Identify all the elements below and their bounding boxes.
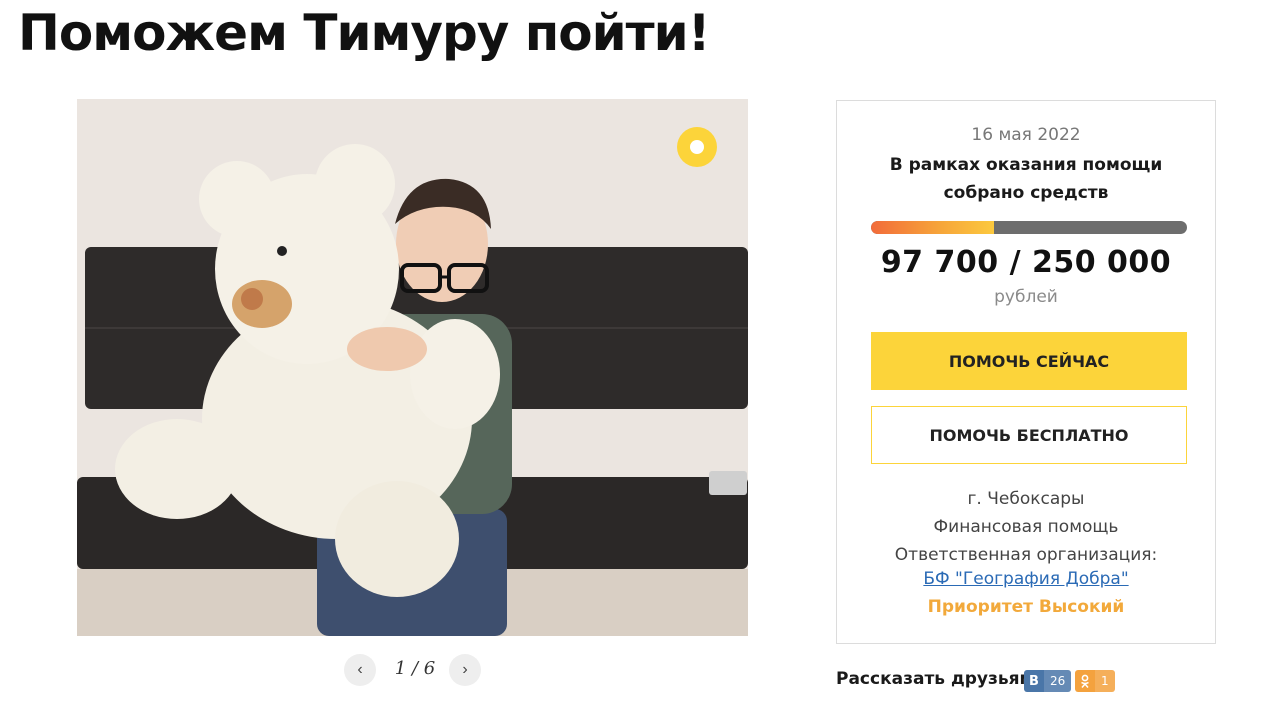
organization-label: Ответственная организация: bbox=[894, 545, 1158, 565]
gallery-next-button[interactable]: › bbox=[449, 654, 481, 686]
ok-share-count: 1 bbox=[1095, 670, 1115, 692]
chevron-left-icon: ‹ bbox=[357, 661, 363, 678]
currency-label: рублей bbox=[994, 287, 1058, 307]
share-vk-button[interactable]: В 26 bbox=[1024, 670, 1072, 692]
organization-link[interactable]: БФ "География Добра" bbox=[837, 569, 1215, 589]
help-free-button[interactable]: ПОМОЧЬ БЕСПЛАТНО bbox=[871, 406, 1187, 464]
campaign-date: 16 мая 2022 bbox=[971, 125, 1081, 145]
ok-icon bbox=[1075, 670, 1095, 692]
fundraising-progress-bar bbox=[871, 221, 1187, 234]
priority-label: Приоритет Высокий bbox=[927, 597, 1125, 617]
gallery-prev-button[interactable]: ‹ bbox=[344, 654, 376, 686]
photo-illustration bbox=[77, 99, 748, 636]
help-now-button[interactable]: ПОМОЧЬ СЕЙЧАС bbox=[871, 332, 1187, 390]
progress-fill bbox=[871, 221, 995, 234]
vk-share-count: 26 bbox=[1044, 670, 1072, 692]
city: г. Чебоксары bbox=[967, 489, 1085, 509]
amount-collected: 97 700 / 250 000 bbox=[880, 245, 1172, 280]
gallery-counter: 1 / 6 bbox=[394, 658, 436, 679]
vk-icon: В bbox=[1029, 673, 1039, 689]
gallery-pagination: ‹ 1 / 6 › bbox=[344, 654, 484, 688]
chevron-right-icon: › bbox=[462, 661, 468, 678]
share-ok-button[interactable]: 1 bbox=[1075, 670, 1115, 692]
donation-card: 16 мая 2022 В рамках оказания помощи соб… bbox=[836, 100, 1216, 644]
help-category: Финансовая помощь bbox=[933, 517, 1119, 537]
share-label: Рассказать друзьям bbox=[836, 669, 1034, 689]
page-title: Поможем Тимуру пойти! bbox=[18, 4, 710, 62]
collected-label: В рамках оказания помощи собрано средств bbox=[889, 155, 1163, 203]
campaign-photo[interactable] bbox=[77, 99, 748, 636]
